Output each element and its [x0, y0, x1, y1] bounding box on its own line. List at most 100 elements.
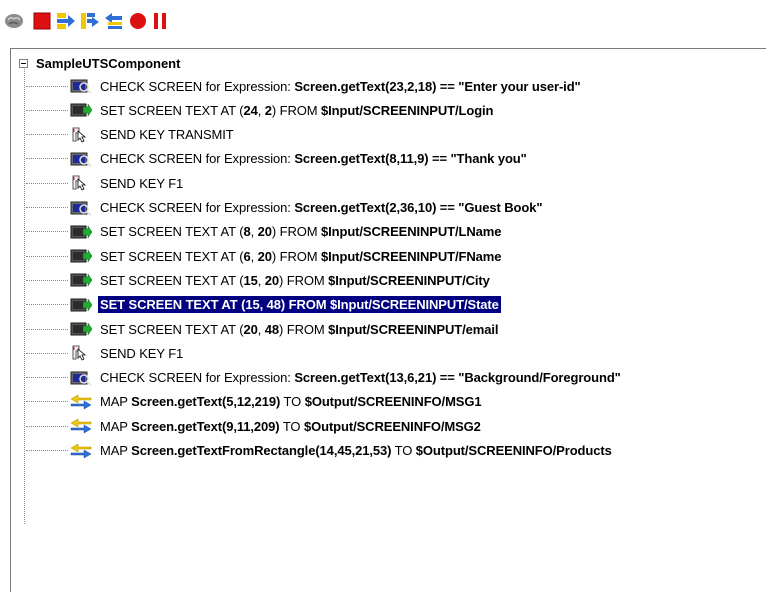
tree-item[interactable]: SET SCREEN TEXT AT (6, 20) FROM $Input/S… [26, 245, 503, 267]
tree-item[interactable]: SEND KEY F1 [26, 172, 185, 194]
toolbar [0, 0, 766, 36]
tree-item-param: Screen.getText(9,11,209) [131, 418, 280, 434]
tree-item-param: 20 [243, 321, 258, 337]
tree-connector-line [26, 182, 68, 184]
tree-item-label: SET SCREEN TEXT AT (8, 20) FROM $Input/S… [98, 223, 503, 240]
tree-item-param: 48 [264, 321, 280, 337]
tree-item-param: $Input/SCREENINPUT/LName [321, 224, 502, 240]
stop-icon[interactable] [32, 11, 52, 31]
tree-item-label: SET SCREEN TEXT AT (20, 48) FROM $Input/… [98, 321, 500, 338]
tree-item-param: 2 [264, 102, 272, 118]
tree-item[interactable]: MAP Screen.getText(5,12,219) TO $Output/… [26, 391, 484, 413]
step-out-icon[interactable] [104, 11, 124, 31]
check-screen-icon [70, 199, 94, 217]
tree-item-text: MAP [100, 394, 132, 410]
tree-item[interactable]: CHECK SCREEN for Expression: Screen.getT… [26, 197, 544, 219]
tree-item[interactable]: SET SCREEN TEXT AT (8, 20) FROM $Input/S… [26, 221, 503, 243]
tree-item-label: MAP Screen.getTextFromRectangle(14,45,21… [98, 442, 614, 459]
send-key-icon [70, 344, 94, 362]
tree-item-text: , [257, 321, 265, 337]
tree-item-label: CHECK SCREEN for Expression: Screen.getT… [98, 150, 529, 167]
tree-item-text: , [250, 248, 258, 264]
tree-item-param: $Output/SCREENINFO/MSG1 [304, 394, 482, 410]
tree-item-param: Screen.getText(5,12,219) [131, 394, 281, 410]
tree-item-param: 20 [257, 248, 272, 264]
send-key-icon [70, 174, 94, 192]
set-screen-text-icon [70, 223, 94, 241]
tree-item-label: SET SCREEN TEXT AT (6, 20) FROM $Input/S… [98, 248, 503, 265]
tree-item-param: Screen.getText(23,2,18) == "Enter your u… [294, 78, 581, 94]
tree-item-text: TO [279, 418, 304, 434]
tree-item-text: TO [391, 443, 416, 458]
set-screen-text-icon [70, 296, 94, 314]
map-icon [70, 393, 94, 411]
map-icon [70, 442, 94, 460]
tree-item-text: SET SCREEN TEXT AT ( [100, 248, 244, 264]
send-key-icon [70, 126, 94, 144]
tree-item-label: SEND KEY F1 [98, 175, 185, 192]
tree-root[interactable]: SampleUTSComponent [19, 55, 180, 71]
tree-item-text: ) FROM [279, 272, 329, 288]
tree-item-param: 20 [264, 272, 280, 288]
tree-connector-line [26, 255, 68, 257]
tree-item-param: $Input/SCREENINPUT/FName [321, 248, 502, 264]
step-into-icon[interactable] [56, 11, 76, 31]
tree-item[interactable]: SET SCREEN TEXT AT (20, 48) FROM $Input/… [26, 318, 500, 340]
tree-item[interactable]: SET SCREEN TEXT AT (24, 2) FROM $Input/S… [26, 99, 495, 121]
tree-item-param: $Input/SCREENINPUT/City [328, 272, 490, 288]
tree-item-text: TO [280, 394, 305, 410]
tree-item-text: MAP [100, 443, 132, 458]
tree-item-param: 24 [243, 102, 258, 118]
tree-connector-line [26, 401, 68, 403]
tree-item-param: $Output/SCREENINFO/Products [415, 443, 612, 458]
tree-item[interactable]: MAP Screen.getTextFromRectangle(14,45,21… [26, 440, 614, 462]
tree-item-text: , [250, 224, 258, 240]
tree-item[interactable]: SET SCREEN TEXT AT (15, 48) FROM $Input/… [26, 294, 501, 316]
step-over-icon[interactable] [80, 11, 100, 31]
tree-connector-line [26, 279, 68, 281]
tree-item-param: Screen.getText(8,11,9) == "Thank you" [294, 151, 527, 167]
tree-item[interactable]: SEND KEY TRANSMIT [26, 124, 236, 146]
tree-item-param: $Output/SCREENINFO/MSG2 [303, 418, 481, 434]
tree-item-label: SET SCREEN TEXT AT (15, 20) FROM $Input/… [98, 272, 492, 289]
pause-icon[interactable] [150, 11, 170, 31]
tree-connector-line [26, 109, 68, 111]
set-screen-text-icon [70, 101, 94, 119]
tree-item[interactable]: CHECK SCREEN for Expression: Screen.getT… [26, 367, 623, 389]
tree-connector-line [26, 328, 68, 330]
tree-item-text: CHECK SCREEN for Expression: [100, 151, 295, 167]
tree-item-label: CHECK SCREEN for Expression: Screen.getT… [98, 78, 583, 95]
tree-item[interactable]: CHECK SCREEN for Expression: Screen.getT… [26, 148, 529, 170]
tree-item-param: 15 [243, 272, 258, 288]
tree-item[interactable]: SET SCREEN TEXT AT (15, 20) FROM $Input/… [26, 269, 492, 291]
tree-connector-line [26, 158, 68, 160]
tree-item[interactable]: CHECK SCREEN for Expression: Screen.getT… [26, 75, 583, 97]
tree-item-text: SET SCREEN TEXT AT ( [100, 272, 244, 288]
tree-item-text: CHECK SCREEN for Expression: [100, 370, 295, 386]
check-screen-icon [70, 77, 94, 95]
tree-item-label: CHECK SCREEN for Expression: Screen.getT… [98, 369, 623, 386]
tree-item-param: Screen.getText(2,36,10) == "Guest Book" [294, 200, 543, 215]
tree-connector-line [26, 450, 68, 451]
tree-root-label: SampleUTSComponent [36, 55, 181, 71]
brain-icon[interactable] [4, 11, 24, 31]
tree-item-text: , [257, 272, 265, 288]
tree-connector-line [26, 304, 68, 306]
tree-item[interactable]: MAP Screen.getText(9,11,209) TO $Output/… [26, 415, 483, 437]
tree-item-text: ) FROM [271, 224, 322, 240]
tree-connector-line [26, 85, 68, 87]
tree-connector-line [26, 425, 68, 427]
tree-item-text: SEND KEY F1 [100, 175, 184, 191]
tree-item-text: SET SCREEN TEXT AT (15, 48) FROM $Input/… [100, 297, 499, 313]
tree-item-param: Screen.getText(13,6,21) == "Background/F… [294, 370, 621, 386]
tree-item-label: SEND KEY F1 [98, 345, 185, 362]
record-icon[interactable] [128, 11, 148, 31]
tree-item-label: CHECK SCREEN for Expression: Screen.getT… [98, 199, 544, 216]
tree-connector-line [26, 352, 68, 354]
tree-item-text: SEND KEY F1 [100, 345, 184, 361]
tree-item-param: 8 [243, 224, 251, 240]
tree-item-label: SET SCREEN TEXT AT (15, 48) FROM $Input/… [98, 296, 501, 314]
tree-item[interactable]: SEND KEY F1 [26, 342, 185, 364]
tree-item-text: CHECK SCREEN for Expression: [100, 200, 295, 215]
set-screen-text-icon [70, 271, 94, 289]
